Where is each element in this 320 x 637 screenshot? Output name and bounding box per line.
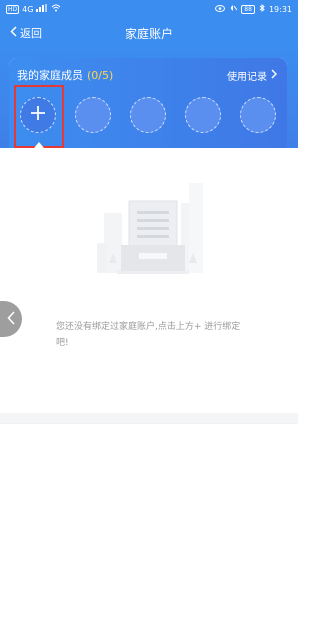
members-title-label: 我的家庭成员	[17, 69, 83, 82]
members-count: (0/5)	[87, 69, 114, 82]
empty-state-message: 您还没有绑定过家庭账户,点击上方+ 进行绑定吧!	[56, 322, 241, 348]
status-right: 88 19:31	[215, 4, 292, 14]
bluetooth-icon	[259, 4, 265, 14]
status-bar: HD 4G 88 19:31	[0, 0, 298, 18]
mute-icon	[229, 4, 238, 14]
chevron-left-icon	[7, 310, 15, 329]
document-illustration	[97, 183, 203, 274]
usage-records-label: 使用记录	[227, 72, 267, 83]
section-divider	[0, 413, 298, 423]
member-slot-empty[interactable]	[185, 97, 221, 133]
status-left: HD 4G	[6, 4, 61, 14]
add-button-highlight	[14, 85, 64, 148]
family-members-card: 我的家庭成员 (0/5) 使用记录 您还没有绑定过家庭账户,点击上方+ 进行绑定…	[9, 58, 287, 413]
nav-bar: 返回 家庭账户	[0, 18, 298, 48]
network-label: 4G	[22, 4, 34, 14]
member-slot-empty[interactable]	[75, 97, 111, 133]
battery-icon: 88	[241, 4, 255, 14]
status-time: 19:31	[268, 4, 292, 14]
signal-icon	[36, 4, 48, 14]
member-slot-empty[interactable]	[240, 97, 276, 133]
member-slot-empty[interactable]	[130, 97, 166, 133]
members-title: 我的家庭成员 (0/5)	[17, 67, 113, 83]
wifi-icon	[51, 4, 61, 14]
eye-icon	[215, 4, 226, 14]
selection-pointer	[34, 142, 44, 148]
page-title: 家庭账户	[124, 27, 173, 41]
chevron-right-icon	[271, 69, 277, 82]
bottom-area	[0, 423, 298, 637]
hd-badge: HD	[6, 4, 20, 14]
card-header: 我的家庭成员 (0/5) 使用记录	[9, 58, 287, 148]
usage-records-link[interactable]: 使用记录	[227, 68, 277, 83]
